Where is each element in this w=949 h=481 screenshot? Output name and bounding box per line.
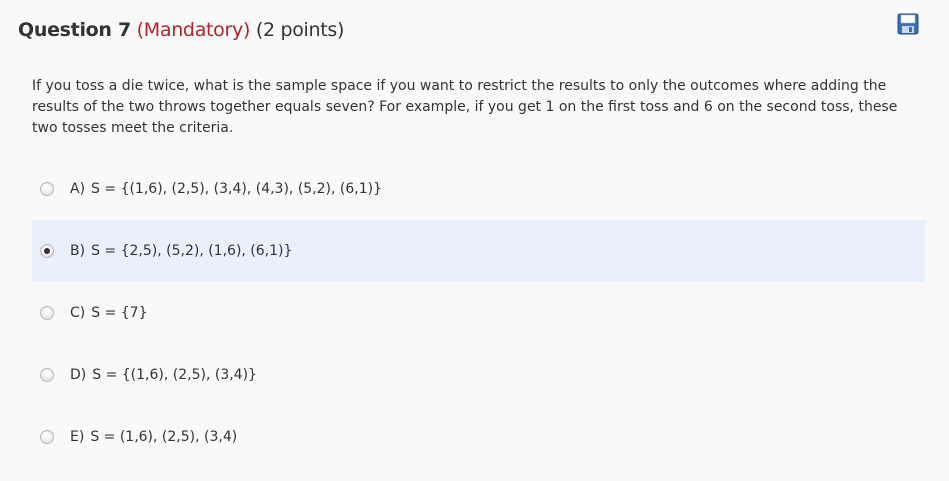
- save-button[interactable]: [897, 13, 919, 35]
- question-prompt: If you toss a die twice, what is the sam…: [32, 78, 898, 136]
- option-label: D) S = {(1,6), (2,5), (3,4)}: [70, 367, 257, 383]
- radio-button-selected[interactable]: [40, 244, 54, 258]
- question-header: Question 7 (Mandatory) (2 points): [18, 19, 344, 41]
- option-d[interactable]: D) S = {(1,6), (2,5), (3,4)}: [32, 344, 925, 406]
- radio-button[interactable]: [40, 182, 54, 196]
- option-b[interactable]: B) S = {2,5), (5,2), (1,6), (6,1)}: [32, 220, 925, 282]
- mandatory-label: (Mandatory): [136, 19, 251, 41]
- radio-button[interactable]: [40, 430, 54, 444]
- question-number: Question 7: [18, 19, 131, 41]
- answer-options: A) S = {(1,6), (2,5), (3,4), (4,3), (5,2)…: [32, 158, 925, 468]
- option-label: C) S = {7}: [70, 305, 148, 321]
- option-a[interactable]: A) S = {(1,6), (2,5), (3,4), (4,3), (5,2)…: [32, 158, 925, 220]
- quiz-page: Question 7 (Mandatory) (2 points) If you…: [0, 0, 949, 481]
- points-label: (2 points): [255, 19, 345, 41]
- option-label: A) S = {(1,6), (2,5), (3,4), (4,3), (5,2)…: [70, 181, 383, 197]
- option-label: B) S = {2,5), (5,2), (1,6), (6,1)}: [70, 243, 293, 259]
- radio-button[interactable]: [40, 306, 54, 320]
- radio-button[interactable]: [40, 368, 54, 382]
- radio-dot: [44, 248, 50, 254]
- option-e[interactable]: E) S = (1,6), (2,5), (3,4): [32, 406, 925, 468]
- option-label: E) S = (1,6), (2,5), (3,4): [70, 429, 238, 445]
- option-c[interactable]: C) S = {7}: [32, 282, 925, 344]
- floppy-disk-icon: [897, 13, 919, 35]
